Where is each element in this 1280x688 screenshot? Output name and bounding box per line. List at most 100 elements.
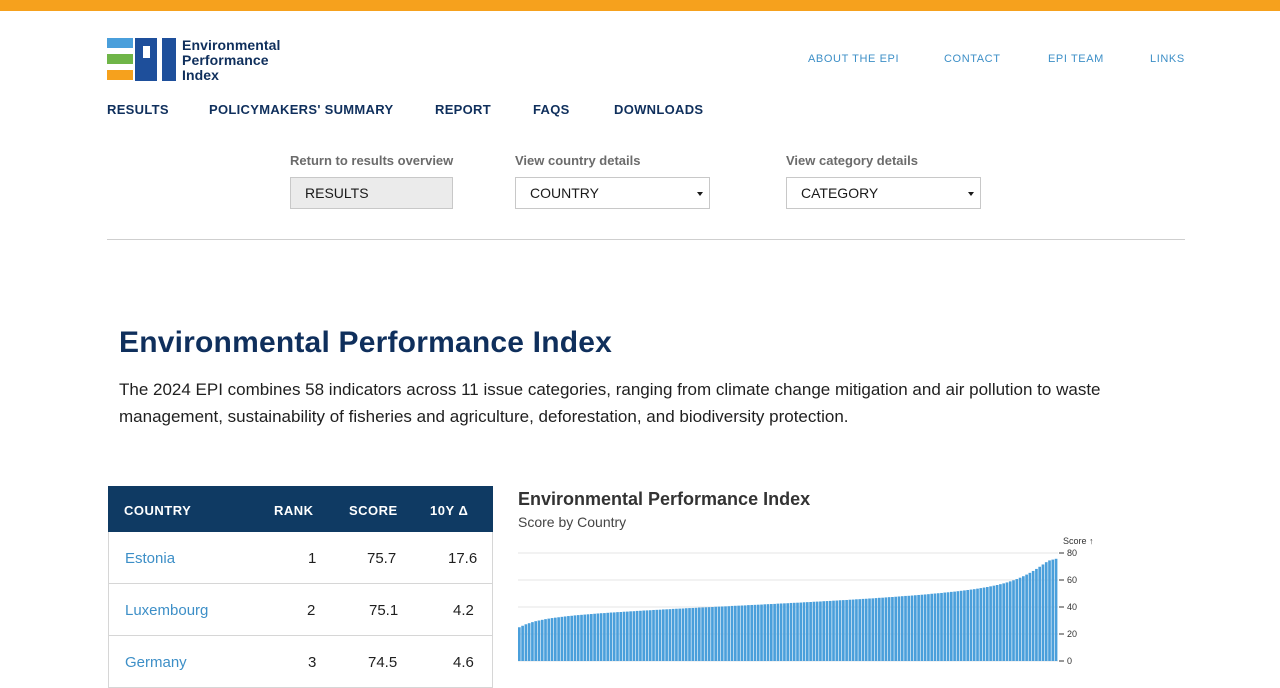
chart-bar[interactable]	[691, 607, 695, 661]
chart-bar[interactable]	[609, 612, 613, 661]
chart-bar[interactable]	[701, 607, 704, 661]
chart-bar[interactable]	[1044, 562, 1048, 661]
chart-bar[interactable]	[1038, 566, 1042, 661]
chart-bar[interactable]	[992, 585, 996, 661]
chart-bar[interactable]	[639, 610, 642, 661]
chart-bar[interactable]	[989, 586, 992, 661]
nav-report[interactable]: REPORT	[435, 102, 491, 117]
row-country-link[interactable]: Germany	[125, 654, 187, 671]
chart-bar[interactable]	[848, 599, 852, 661]
chart-bar[interactable]	[979, 588, 983, 661]
chart-bar[interactable]	[972, 589, 976, 661]
chart-bar[interactable]	[619, 612, 623, 661]
chart-bar[interactable]	[835, 600, 839, 661]
chart-bar[interactable]	[1051, 559, 1055, 661]
chart-bar[interactable]	[959, 590, 963, 661]
chart-bar[interactable]	[976, 588, 979, 661]
chart-bar[interactable]	[914, 595, 917, 661]
chart-bar[interactable]	[789, 602, 793, 661]
chart-bar[interactable]	[884, 597, 888, 661]
chart-bar[interactable]	[547, 618, 551, 661]
chart-bar[interactable]	[603, 613, 606, 661]
chart-bar[interactable]	[711, 607, 714, 661]
category-select[interactable]: CATEGORY	[786, 177, 981, 209]
chart-bar[interactable]	[842, 600, 845, 661]
chart-bar[interactable]	[616, 612, 619, 661]
chart-bar[interactable]	[930, 593, 934, 661]
chart-bar[interactable]	[593, 613, 596, 661]
chart-bar[interactable]	[737, 605, 740, 661]
chart-bar[interactable]	[819, 601, 822, 661]
chart-bar[interactable]	[662, 609, 665, 661]
chart-bar[interactable]	[590, 614, 593, 661]
chart-bar[interactable]	[786, 603, 790, 661]
chart-bar[interactable]	[986, 587, 989, 661]
chart-bar[interactable]	[950, 591, 953, 661]
chart-bar[interactable]	[1005, 582, 1009, 661]
chart-bar[interactable]	[891, 597, 894, 661]
chart-bar[interactable]	[1025, 574, 1028, 661]
chart-bar[interactable]	[828, 600, 832, 661]
chart-bar[interactable]	[953, 591, 956, 661]
chart-bar[interactable]	[724, 606, 727, 661]
chart-bar[interactable]	[1022, 576, 1025, 661]
chart-bar[interactable]	[612, 612, 616, 661]
chart-bar[interactable]	[573, 615, 577, 661]
chart-bar[interactable]	[727, 606, 731, 661]
chart-bar[interactable]	[802, 602, 806, 661]
chart-bar[interactable]	[783, 603, 786, 661]
chart-bar[interactable]	[675, 608, 678, 661]
chart-bar[interactable]	[963, 590, 966, 661]
chart-bar[interactable]	[900, 596, 904, 661]
chart-bar[interactable]	[599, 613, 603, 661]
chart-bar[interactable]	[1008, 581, 1012, 661]
chart-bar[interactable]	[665, 609, 668, 661]
chart-bar[interactable]	[946, 592, 950, 661]
results-button[interactable]: RESULTS	[290, 177, 453, 209]
chart-bar[interactable]	[907, 595, 911, 661]
chart-bar[interactable]	[518, 627, 521, 661]
chart-bar[interactable]	[580, 614, 583, 661]
chart-bar[interactable]	[933, 593, 937, 662]
chart-bar[interactable]	[812, 601, 816, 661]
chart-bar[interactable]	[887, 597, 891, 661]
chart-bar[interactable]	[1041, 564, 1045, 661]
chart-bar[interactable]	[753, 604, 757, 661]
chart-bar[interactable]	[822, 601, 826, 661]
chart-bar[interactable]	[652, 609, 655, 661]
chart-bar[interactable]	[1015, 579, 1019, 661]
chart-bar[interactable]	[668, 609, 672, 661]
chart-bar[interactable]	[563, 616, 567, 661]
chart-bar[interactable]	[878, 597, 881, 661]
chart-bar[interactable]	[858, 599, 862, 661]
chart-bar[interactable]	[554, 617, 557, 661]
chart-bar[interactable]	[531, 622, 534, 661]
chart-bar[interactable]	[527, 623, 531, 661]
chart-bar[interactable]	[920, 594, 924, 661]
chart-bar[interactable]	[766, 604, 770, 661]
chart-bar[interactable]	[956, 591, 960, 661]
chart-bar[interactable]	[897, 596, 901, 661]
chart-bar[interactable]	[917, 594, 920, 661]
chart-bar[interactable]	[596, 613, 600, 661]
chart-bar[interactable]	[779, 603, 783, 661]
chart-bar[interactable]	[832, 600, 835, 661]
chart-bar[interactable]	[770, 604, 773, 661]
chart-bar[interactable]	[658, 609, 662, 661]
chart-bar[interactable]	[521, 625, 524, 661]
chart-bar[interactable]	[868, 598, 871, 662]
chart-bar[interactable]	[678, 608, 682, 661]
chart-bar[interactable]	[1048, 560, 1051, 661]
nav-results[interactable]: RESULTS	[107, 102, 169, 117]
chart-bar[interactable]	[1028, 572, 1032, 661]
chart-bar[interactable]	[904, 595, 907, 661]
chart-bar[interactable]	[982, 587, 986, 661]
row-country-link[interactable]: Estonia	[125, 550, 175, 567]
chart-bar[interactable]	[681, 608, 685, 661]
util-link-contact[interactable]: CONTACT	[944, 53, 1001, 65]
chart-bar[interactable]	[570, 615, 574, 661]
chart-bar[interactable]	[806, 602, 809, 661]
chart-bar[interactable]	[684, 608, 688, 661]
chart-bar[interactable]	[714, 606, 718, 661]
chart-bar[interactable]	[557, 617, 560, 661]
